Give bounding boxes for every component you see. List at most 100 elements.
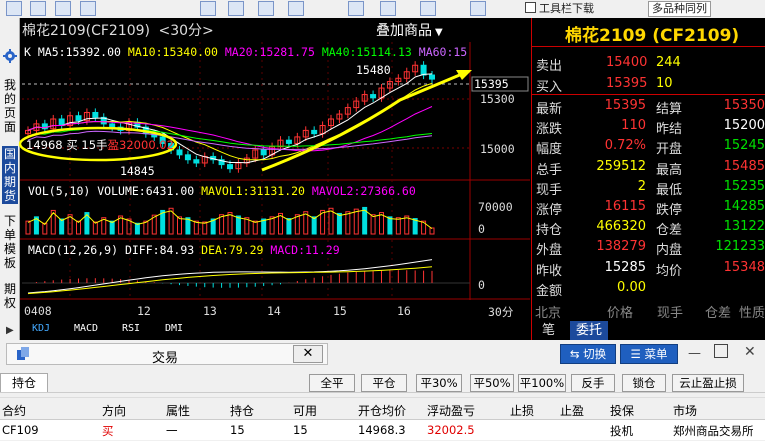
quote-label: 持仓 (536, 223, 563, 239)
ma10-label: MA10:15340.00 (127, 45, 218, 59)
tab-rsi[interactable]: RSI (122, 323, 140, 334)
volume-bar (311, 216, 317, 235)
trade-action-button[interactable]: 平50% (470, 374, 514, 392)
tab-order[interactable]: 委托 (570, 321, 609, 340)
quote-label: 均价 (656, 263, 683, 279)
trade-action-button[interactable]: 锁仓 (622, 374, 666, 392)
mavol1-label: MAVOL1:31131.20 (201, 184, 305, 198)
buy-price[interactable]: 15395 (606, 76, 647, 91)
vol-legend: VOL(5,10) VOLUME:6431.00 MAVOL1:31131.20… (28, 184, 416, 198)
table-cell: 一 (166, 424, 178, 438)
volume-bar (370, 214, 376, 235)
chart-title: 棉花2109(CF2109) <30分> (22, 21, 214, 41)
tab-dmi[interactable]: DMI (165, 323, 183, 334)
macd-legend: MACD(12,26,9) DIFF:84.93 DEA:79.29 MACD:… (28, 243, 340, 257)
volume-bar (404, 215, 410, 235)
vol-tick-0: 0 (478, 222, 485, 236)
tab-tick[interactable]: 笔 (536, 321, 561, 340)
overlay-commodity-button[interactable]: 叠加商品 ▼ (376, 21, 443, 41)
trade-action-button[interactable]: 全平 (309, 374, 355, 392)
x-tick-period: 30分 (488, 305, 514, 319)
candle-body (311, 129, 318, 135)
volume-bar (109, 220, 115, 235)
volume-bar (395, 217, 401, 235)
close-window-icon[interactable]: ✕ (744, 344, 756, 360)
quote-divider-2 (531, 94, 765, 95)
column-header[interactable]: 可用 (293, 402, 317, 419)
candle-body (285, 139, 292, 144)
volume-bar (202, 221, 208, 235)
minimize-icon[interactable]: — (688, 346, 701, 361)
quote-value: 0.72% (604, 138, 646, 154)
quote-value: 2 (637, 178, 646, 194)
trade-action-button[interactable]: 平30% (416, 374, 462, 392)
column-header[interactable]: 合约 (2, 402, 26, 419)
position-label[interactable]: 14968 买 15手盈32000.02 (26, 137, 174, 153)
volume-bar (25, 220, 31, 235)
maximize-icon[interactable] (714, 344, 728, 358)
dea-line (27, 266, 433, 295)
ma-k: K (24, 45, 31, 59)
quote-label: 内盘 (656, 243, 683, 259)
switch-button[interactable]: ⇆ 切换 (560, 344, 616, 364)
trade-action-button[interactable]: 平100% (518, 374, 566, 392)
sell-volume: 244 (656, 55, 681, 70)
indicator-tabs: KDJ MACD RSI DMI (20, 322, 530, 338)
x-tick-15: 15 (333, 304, 347, 318)
volume-bar (235, 215, 241, 235)
tab-position[interactable]: 持仓 (0, 373, 48, 392)
chart-symbol-name: 棉花2109 (22, 23, 86, 39)
quote-value: 259512 (596, 158, 646, 174)
position-price: 14968 (26, 138, 63, 152)
close-icon[interactable]: ✕ (293, 345, 323, 363)
quote-value: 13122 (723, 219, 765, 235)
quote-divider (531, 46, 765, 47)
volume-bar (252, 220, 258, 235)
trade-action-button[interactable]: 平仓 (361, 374, 407, 392)
price-now-tick: 15395 (474, 77, 509, 91)
macd-params-label: MACD(12,26,9) (28, 243, 119, 257)
chart-symbol-code: (CF2109) (85, 23, 151, 39)
menu-lines-icon: ☰ (630, 347, 645, 361)
volume-bar (336, 212, 342, 235)
sell-price[interactable]: 15400 (606, 55, 647, 70)
buy-label: 买入 (536, 80, 563, 95)
quote-value: 15245 (723, 138, 765, 154)
quote-value: 16115 (604, 199, 646, 214)
table-row[interactable]: CF109 买 一 15 15 14968.3 32002.5 投机 郑州商品交易所 (0, 420, 765, 440)
trade-action-button[interactable]: 反手 (571, 374, 615, 392)
menu-button[interactable]: ☰ 菜单 (620, 344, 678, 364)
column-header[interactable]: 止损 (510, 402, 534, 419)
quote-label: 涨跌 (536, 122, 563, 138)
column-header[interactable]: 止盈 (560, 402, 584, 419)
column-header[interactable]: 投保 (610, 402, 634, 419)
volume-bar (387, 216, 393, 235)
header-top-line (0, 397, 765, 398)
column-header[interactable]: 持仓 (230, 402, 254, 419)
tab-macd[interactable]: MACD (74, 323, 98, 334)
trade-title-bar[interactable]: 交易 ✕ (6, 343, 328, 366)
price-tick-15000: 15000 (480, 142, 515, 156)
column-header[interactable]: 浮动盈亏 (427, 402, 475, 419)
tab-kdj[interactable]: KDJ (32, 323, 50, 334)
chart-period[interactable]: <30分> (158, 23, 213, 39)
trade-action-button[interactable]: 云止盈止损 (672, 374, 744, 392)
ma40-label: MA40:15114.13 (321, 45, 412, 59)
volume-bar (92, 221, 98, 235)
footer-nature: 性质 (739, 306, 765, 321)
quote-label: 总手 (536, 162, 563, 178)
column-header[interactable]: 方向 (102, 402, 126, 419)
quote-value: 15350 (723, 98, 765, 113)
quote-label: 幅度 (536, 142, 563, 158)
column-header[interactable]: 属性 (166, 402, 190, 419)
quote-label: 最高 (656, 162, 683, 178)
table-cell: 郑州商品交易所 (673, 424, 754, 438)
column-header[interactable]: 开仓均价 (358, 402, 406, 419)
diff-label: DIFF:84.93 (124, 243, 195, 257)
column-header[interactable]: 市场 (673, 402, 697, 419)
quote-label: 仓差 (656, 223, 683, 239)
volume-bar (227, 212, 233, 235)
table-cell: 15 (230, 423, 245, 437)
x-tick-12: 12 (137, 304, 151, 318)
table-cell: 15 (293, 423, 308, 437)
